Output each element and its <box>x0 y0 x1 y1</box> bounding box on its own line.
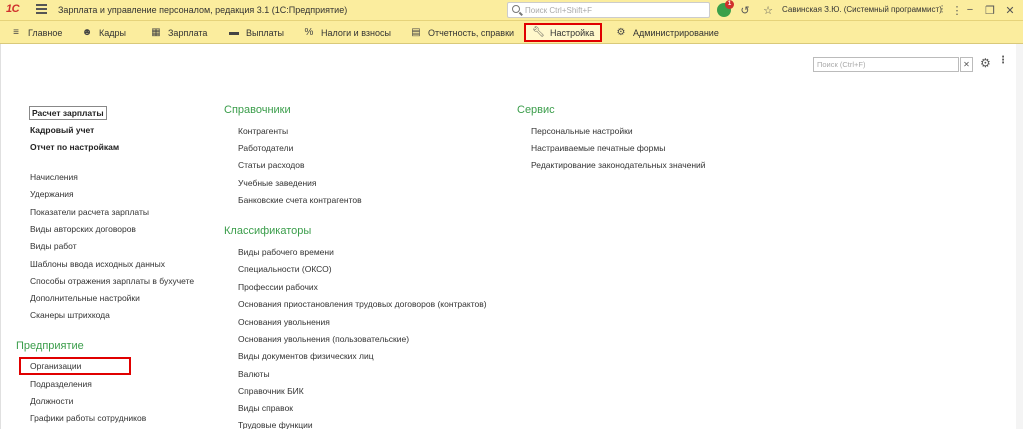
app-logo: 1С <box>6 3 20 15</box>
section-panel: ≡ Главное ☻ Кадры ▦ Зарплата ▬ Выплаты % Нало… <box>0 21 1023 44</box>
link-payroll-indicators[interactable]: Показатели расчета зарплаты <box>30 207 149 217</box>
link-educational-institutions[interactable]: Учебные заведения <box>238 178 317 188</box>
current-user[interactable]: Савинская З.Ю. (Системный программист) <box>782 5 942 14</box>
link-departments[interactable]: Подразделения <box>30 379 92 389</box>
link-work-time-types[interactable]: Виды рабочего времени <box>238 247 334 257</box>
section-administration[interactable]: ⚙ Администрирование <box>615 21 719 44</box>
link-specialties[interactable]: Специальности (ОКСО) <box>238 264 332 274</box>
clear-search-button[interactable]: ✕ <box>960 57 973 72</box>
restore-icon[interactable]: ❐ <box>984 2 996 18</box>
wrench-icon: 🔧︎ <box>532 27 545 38</box>
link-accruals[interactable]: Начисления <box>30 172 78 182</box>
link-dismissal-grounds[interactable]: Основания увольнения <box>238 317 330 327</box>
people-icon: ☻ <box>81 27 93 38</box>
scrollbar[interactable] <box>1016 44 1023 429</box>
calculator-icon: ▦ <box>151 27 161 38</box>
notifications-icon: 1 <box>717 0 734 17</box>
section-payments[interactable]: ▬ Выплаты <box>228 21 284 44</box>
link-expense-items[interactable]: Статьи расходов <box>238 160 305 170</box>
section-main[interactable]: ≡ Главное <box>10 21 62 44</box>
link-input-templates[interactable]: Шаблоны ввода исходных данных <box>30 259 165 269</box>
filter-icon[interactable]: ⫶ <box>936 2 948 18</box>
link-work-types[interactable]: Виды работ <box>30 241 77 251</box>
section-taxes[interactable]: % Налоги и взносы <box>303 21 391 44</box>
link-id-document-types[interactable]: Виды документов физических лиц <box>238 351 374 361</box>
group-classifiers-title: Классификаторы <box>224 225 312 237</box>
link-personal-settings[interactable]: Персональные настройки <box>531 126 633 136</box>
percent-icon: % <box>304 27 314 38</box>
main-menu-icon[interactable] <box>36 4 47 14</box>
section-settings[interactable]: 🔧︎ Настройка <box>524 23 603 42</box>
link-labor-functions[interactable]: Трудовые функции <box>238 420 313 429</box>
global-search-placeholder: Поиск Ctrl+Shift+F <box>525 6 593 15</box>
settings-gear-icon[interactable]: ⚙ <box>980 56 991 70</box>
link-payroll-calculation[interactable]: Расчет зарплаты <box>29 106 107 120</box>
link-employers[interactable]: Работодатели <box>238 143 293 153</box>
link-positions[interactable]: Должности <box>30 396 73 406</box>
link-barcode-scanners[interactable]: Сканеры штрихкода <box>30 310 110 320</box>
content-area: Поиск (Ctrl+F) ✕ ⚙ ⋮ Расчет зарплаты Кад… <box>0 44 1023 429</box>
link-custom-print-forms[interactable]: Настраиваемые печатные формы <box>531 143 665 153</box>
link-accounting-reflection[interactable]: Способы отражения зарплаты в бухучете <box>30 276 194 286</box>
link-settings-report[interactable]: Отчет по настройкам <box>30 142 119 152</box>
document-icon: ▤ <box>411 27 421 38</box>
link-bik-directory[interactable]: Справочник БИК <box>238 386 304 396</box>
notifications-button[interactable]: 1 <box>716 0 734 18</box>
link-work-schedules[interactable]: Графики работы сотрудников <box>30 413 146 423</box>
gear-icon: ⚙ <box>616 27 626 38</box>
more-icon[interactable]: ⋮ <box>952 2 963 18</box>
link-legislative-values[interactable]: Редактирование законодательных значений <box>531 160 706 170</box>
group-directories-title: Справочники <box>224 104 291 116</box>
history-icon[interactable]: ↺ <box>738 2 752 18</box>
link-bank-accounts[interactable]: Банковские счета контрагентов <box>238 195 362 205</box>
section-hr[interactable]: ☻ Кадры <box>81 21 126 44</box>
close-icon[interactable]: ✕ <box>1004 2 1016 18</box>
favorites-star-icon[interactable]: ☆ <box>761 2 775 18</box>
section-salary[interactable]: ▦ Зарплата <box>150 21 207 44</box>
link-counterparties[interactable]: Контрагенты <box>238 126 288 136</box>
link-additional-settings[interactable]: Дополнительные настройки <box>30 293 140 303</box>
link-certificate-types[interactable]: Виды справок <box>238 403 293 413</box>
search-icon <box>512 5 520 13</box>
section-reports[interactable]: ▤ Отчетность, справки <box>410 21 514 44</box>
more-actions-icon[interactable]: ⋮ <box>998 55 1008 66</box>
link-organizations[interactable]: Организации <box>19 357 132 375</box>
minimize-icon[interactable]: − <box>964 2 976 18</box>
title-bar: 1С Зарплата и управление персоналом, ред… <box>0 0 1023 21</box>
link-suspension-grounds[interactable]: Основания приостановления трудовых догов… <box>238 299 487 309</box>
link-deductions[interactable]: Удержания <box>30 189 74 199</box>
app-title: Зарплата и управление персоналом, редакц… <box>58 5 348 15</box>
link-author-contract-types[interactable]: Виды авторских договоров <box>30 224 136 234</box>
notification-badge: 1 <box>725 0 734 9</box>
cash-icon: ▬ <box>229 27 239 38</box>
panel-search-placeholder: Поиск (Ctrl+F) <box>817 60 866 69</box>
group-enterprise-title: Предприятие <box>16 340 84 352</box>
link-hr-accounting[interactable]: Кадровый учет <box>30 125 94 135</box>
link-currencies[interactable]: Валюты <box>238 369 270 379</box>
link-worker-professions[interactable]: Профессии рабочих <box>238 282 318 292</box>
link-dismissal-grounds-custom[interactable]: Основания увольнения (пользовательские) <box>238 334 409 344</box>
global-search-input[interactable]: Поиск Ctrl+Shift+F <box>507 2 710 18</box>
menu-icon: ≡ <box>13 27 19 38</box>
group-service-title: Сервис <box>517 104 555 116</box>
panel-search-input[interactable]: Поиск (Ctrl+F) <box>813 57 959 72</box>
